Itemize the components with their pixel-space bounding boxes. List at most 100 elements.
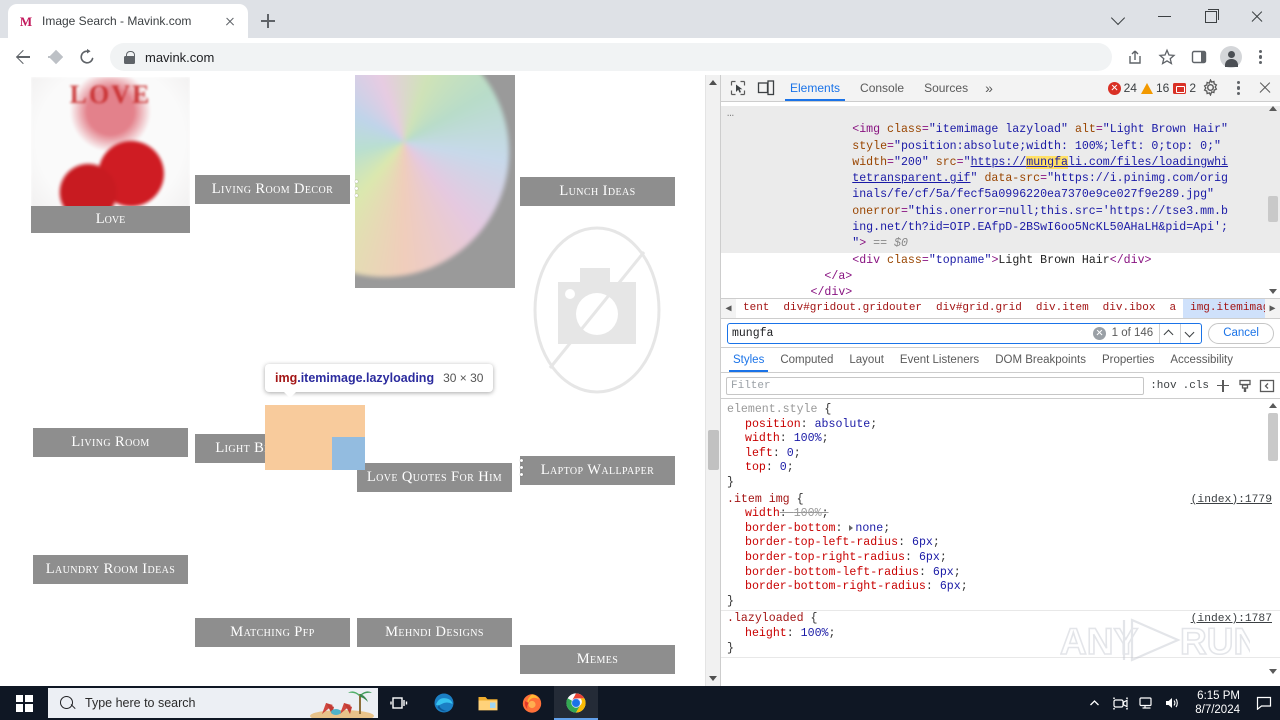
taskbar-search-input[interactable]: Type here to search	[48, 688, 378, 718]
dom-line[interactable]: <img class="itemimage lazyload" alt="Lig…	[721, 122, 1280, 139]
css-declaration[interactable]: position: absolute;	[727, 418, 1280, 433]
css-rule[interactable]: element.style {position: absolute; width:…	[721, 402, 1280, 492]
tab-properties[interactable]: Properties	[1094, 348, 1162, 372]
device-toolbar-icon[interactable]	[753, 76, 779, 100]
rules-scrollbar[interactable]	[1267, 401, 1279, 676]
cls-button[interactable]: .cls	[1183, 380, 1209, 392]
devtools-menu-icon[interactable]	[1226, 73, 1250, 103]
taskbar-app-chrome[interactable]	[554, 686, 598, 720]
grid-label[interactable]: Living Room	[33, 428, 188, 457]
dom-line[interactable]: <div class="topname">Light Brown Hair</d…	[721, 253, 1280, 269]
cancel-button[interactable]: Cancel	[1208, 322, 1274, 344]
css-declaration[interactable]: top: 0;	[727, 461, 1280, 476]
tab-computed[interactable]: Computed	[772, 348, 841, 372]
maximize-button[interactable]	[1188, 0, 1234, 32]
screen-record-icon[interactable]	[1107, 686, 1133, 720]
new-tab-button[interactable]	[254, 7, 282, 35]
dom-line[interactable]: inals/fe/cf/5a/fecf5a0996220ea7370e9ce02…	[721, 187, 1280, 204]
bubble-image[interactable]	[355, 75, 515, 288]
css-rule[interactable]: .item img {(index):1779 width: 100%; borde…	[721, 492, 1280, 612]
css-declaration[interactable]: border-bottom-left-radius: 6px;	[727, 566, 1280, 581]
issue-count[interactable]: 2	[1173, 81, 1196, 95]
grid-label[interactable]: Living Room Decor	[195, 175, 350, 204]
dom-line[interactable]: style="position:absolute;width: 100%;lef…	[721, 138, 1280, 155]
breadcrumb-right-arrow-icon[interactable]: ▶	[1265, 299, 1280, 318]
hov-button[interactable]: :hov	[1150, 380, 1176, 392]
dom-tree-scrollbar[interactable]	[1267, 104, 1279, 296]
plus-icon[interactable]	[1215, 378, 1231, 394]
forward-button[interactable]	[40, 42, 70, 72]
tab-dom-breakpoints[interactable]: DOM Breakpoints	[987, 348, 1094, 372]
grid-label[interactable]: Love Quotes For Him	[357, 463, 512, 492]
grid-label[interactable]: Matching Pfp	[195, 618, 350, 647]
breadcrumb-item[interactable]: div.item	[1029, 299, 1096, 318]
taskbar-clock[interactable]: 6:15 PM 8/7/2024	[1185, 686, 1250, 720]
grid-label[interactable]: Lunch Ideas	[520, 177, 675, 206]
tab-event-listeners[interactable]: Event Listeners	[892, 348, 987, 372]
css-declaration[interactable]: border-bottom-right-radius: 6px;	[727, 580, 1280, 595]
filter-input[interactable]: Filter	[726, 376, 1145, 395]
tab-layout[interactable]: Layout	[841, 348, 892, 372]
tab-accessibility[interactable]: Accessibility	[1162, 348, 1241, 372]
breadcrumb-item[interactable]: img.itemimage.lazyload	[1183, 299, 1265, 318]
side-panel-icon[interactable]	[1184, 42, 1214, 72]
css-rule-selector[interactable]: element.style {	[727, 403, 1280, 418]
devtools-close-icon[interactable]	[1254, 77, 1276, 99]
resize-handle[interactable]	[520, 459, 526, 480]
breadcrumb-item[interactable]: div#grid.grid	[929, 299, 1029, 318]
css-declaration[interactable]: border-top-left-radius: 6px;	[727, 536, 1280, 551]
bookmark-star-icon[interactable]	[1152, 42, 1182, 72]
css-declaration[interactable]: left: 0;	[727, 447, 1280, 462]
more-tabs-icon[interactable]: »	[979, 80, 999, 96]
scroll-down-arrow-icon[interactable]	[709, 676, 717, 681]
scrollbar-thumb[interactable]	[708, 430, 719, 470]
taskbar-app-firefox[interactable]	[510, 686, 554, 720]
clear-icon[interactable]	[1092, 326, 1106, 340]
paintbrush-icon[interactable]	[1237, 378, 1253, 394]
dom-line[interactable]: tetransparent.gif" data-src="https://i.p…	[721, 171, 1280, 188]
minimize-button[interactable]	[1142, 0, 1188, 32]
back-button[interactable]	[8, 42, 38, 72]
css-rule-origin[interactable]: (index):1779	[1191, 493, 1272, 508]
notifications-icon[interactable]	[1250, 686, 1278, 720]
css-declaration[interactable]: width: 100%;	[727, 507, 1280, 522]
dom-line[interactable]: </a>	[721, 269, 1280, 285]
dom-scroll-down-icon[interactable]	[1269, 289, 1277, 294]
breadcrumb-item[interactable]: a	[1162, 299, 1183, 318]
share-icon[interactable]	[1120, 42, 1150, 72]
dom-scroll-thumb[interactable]	[1268, 196, 1278, 222]
breadcrumb-item[interactable]: div.ibox	[1096, 299, 1163, 318]
rules-scroll-thumb[interactable]	[1268, 413, 1278, 461]
grid-label[interactable]: Laptop Wallpaper	[520, 456, 675, 485]
volume-icon[interactable]	[1159, 686, 1185, 720]
dom-ellipsis-line[interactable]: …	[721, 106, 1280, 123]
tab-elements[interactable]: Elements	[781, 75, 849, 101]
scroll-up-arrow-icon[interactable]	[709, 80, 717, 85]
page-scrollbar[interactable]	[705, 75, 720, 686]
panel-toggle-icon[interactable]	[1259, 378, 1275, 394]
dom-line[interactable]: width="200" src="https://mungfali.com/fi…	[721, 154, 1280, 172]
css-rules-pane[interactable]: element.style {position: absolute; width:…	[721, 399, 1280, 678]
chevron-up-icon[interactable]	[1159, 323, 1176, 343]
dom-scroll-up-icon[interactable]	[1269, 106, 1277, 111]
css-rule-origin[interactable]: (index):1787	[1191, 612, 1272, 627]
start-button[interactable]	[0, 686, 48, 720]
resize-handle[interactable]	[355, 180, 361, 201]
dom-line[interactable]: "> == $0	[721, 236, 1280, 253]
tab-console[interactable]: Console	[851, 75, 913, 101]
tile-love[interactable]: LOVE Love	[31, 77, 190, 233]
task-view-icon[interactable]	[378, 686, 422, 720]
tab-styles[interactable]: Styles	[725, 348, 772, 372]
error-count[interactable]: 24	[1107, 81, 1137, 95]
show-hidden-icons[interactable]	[1081, 686, 1107, 720]
dom-line[interactable]: onerror="this.onerror=null;this.src='htt…	[721, 203, 1280, 221]
css-declaration[interactable]: border-bottom: none;	[727, 522, 1280, 537]
gear-icon[interactable]	[1200, 77, 1222, 99]
network-icon[interactable]	[1133, 686, 1159, 720]
breadcrumb-left-arrow-icon[interactable]: ◀	[721, 299, 736, 318]
css-rule[interactable]: .lazyloaded {(index):1787 height: 100%;}	[721, 611, 1280, 659]
breadcrumb-item[interactable]: div#gridout.gridouter	[776, 299, 929, 318]
search-input[interactable]: mungfa 1 of 146	[727, 322, 1203, 344]
grid-label[interactable]: Mehndi Designs	[357, 618, 512, 647]
tab-search-caret-icon[interactable]	[1096, 0, 1142, 32]
